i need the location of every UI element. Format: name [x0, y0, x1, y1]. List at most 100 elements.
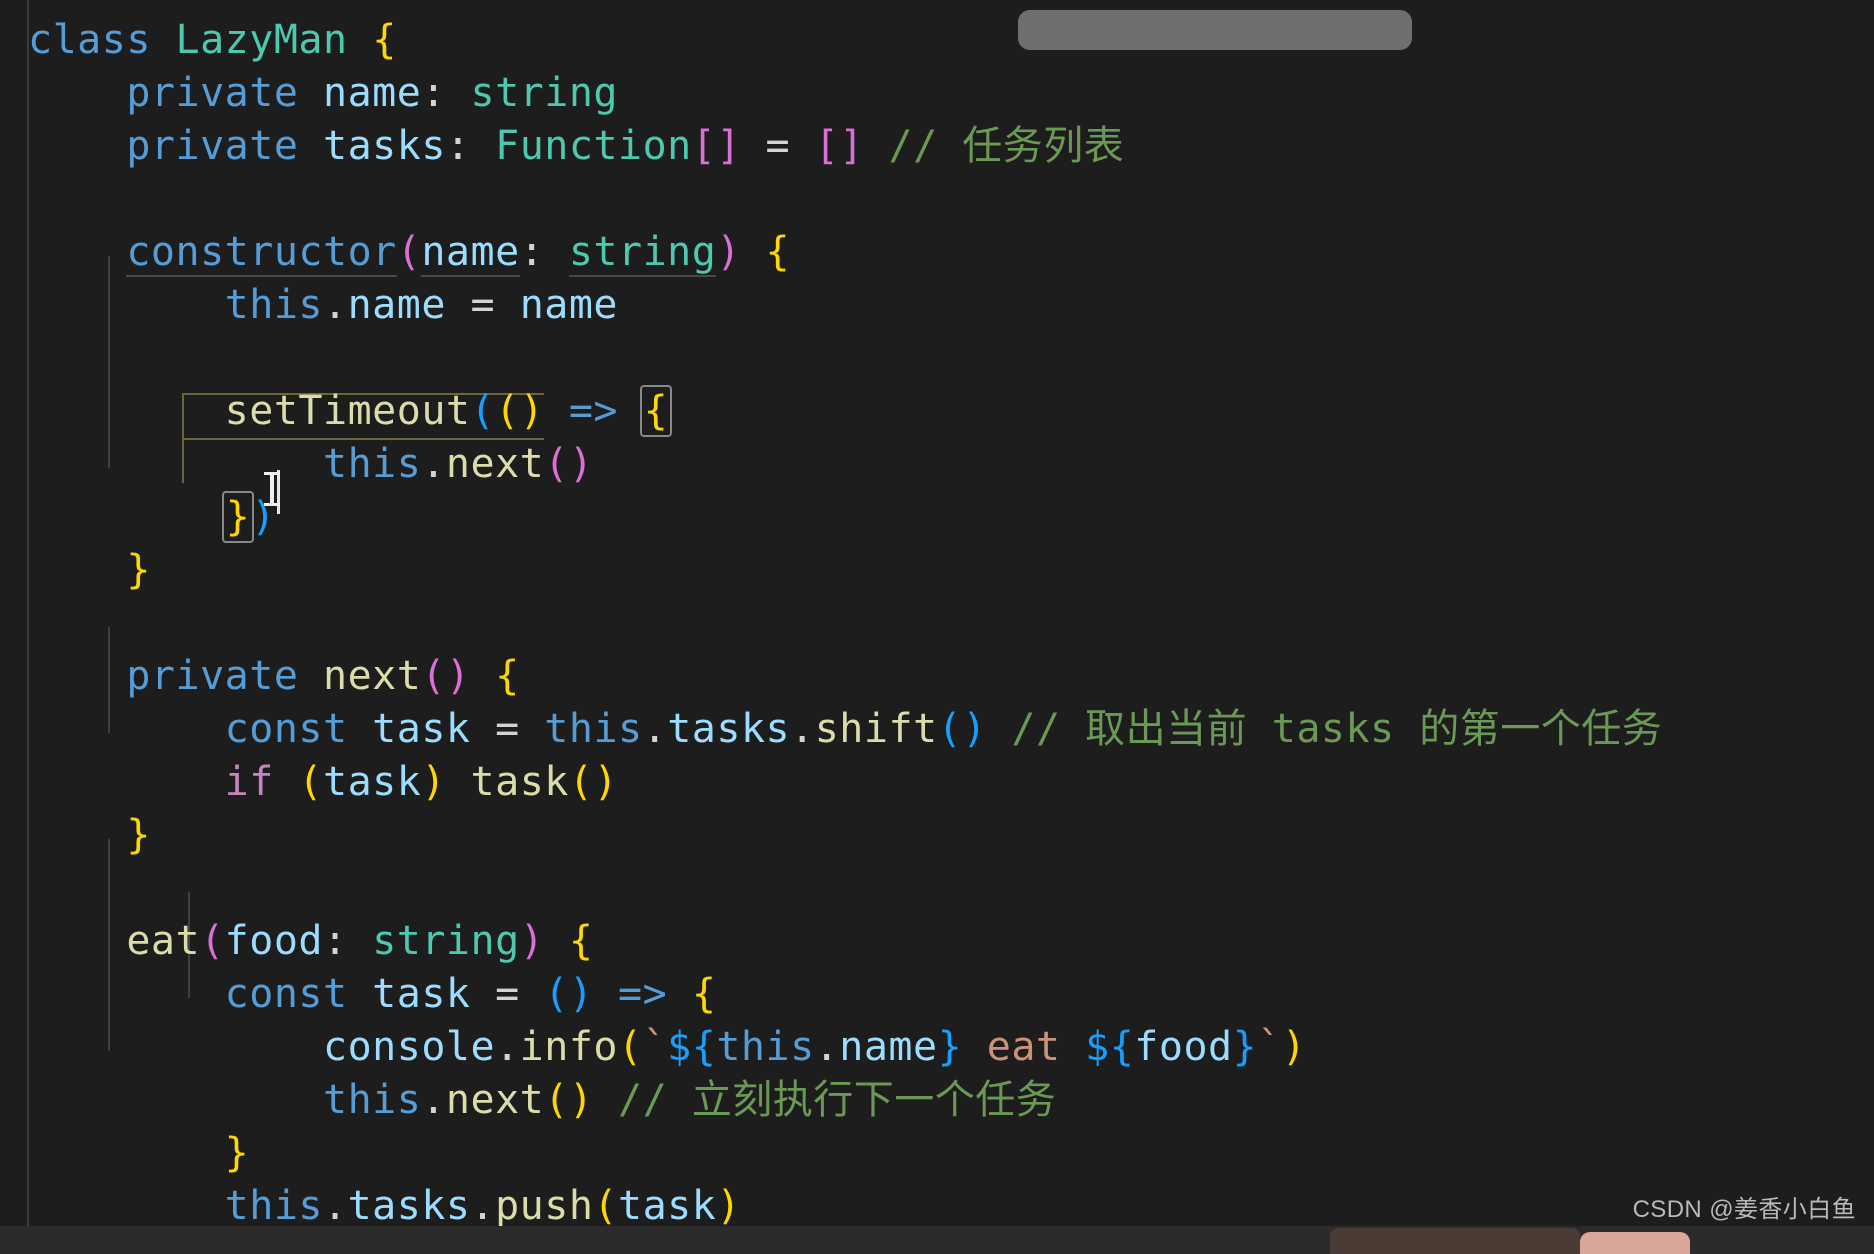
code-line[interactable]: const task = () => {: [28, 968, 1874, 1021]
token-keyword: class: [28, 17, 151, 63]
token-parameter: name: [421, 229, 520, 277]
token-function: setTimeout: [224, 388, 471, 434]
token-function: eat: [126, 918, 201, 964]
token-paren: ): [716, 229, 741, 275]
token-identifier: name: [323, 70, 422, 116]
code-line[interactable]: this.next() // 立刻执行下一个任务: [28, 1074, 1874, 1127]
token-this: this: [322, 1077, 422, 1123]
code-line[interactable]: console.info(`${this.name} eat ${food}`): [28, 1021, 1874, 1074]
token-paren: (): [568, 759, 619, 805]
token-function: constructor: [126, 229, 397, 277]
token-keyword: if: [224, 759, 274, 805]
token-brace: {: [568, 918, 594, 964]
redacted-overlay-bar: [1018, 10, 1412, 50]
token-identifier: task: [323, 759, 422, 805]
token-brace: {: [691, 971, 717, 1017]
code-editor[interactable]: class LazyMan { private name: string pri…: [0, 0, 1874, 1254]
token-brace: }: [224, 1130, 250, 1176]
token-paren: ): [519, 918, 545, 964]
token-arrow: =>: [568, 388, 619, 434]
bottom-overlay-strip: [0, 1226, 1874, 1254]
token-interp: }: [937, 1024, 963, 1070]
token-method: shift: [814, 706, 938, 752]
token-this: this: [544, 706, 643, 752]
token-identifier: name: [519, 282, 619, 328]
bottom-overlay-blob-right: [1580, 1232, 1690, 1254]
token-property: tasks: [667, 706, 791, 752]
bracket-match-open: {: [639, 385, 673, 437]
token-this: this: [224, 282, 323, 328]
token-type: string: [470, 70, 619, 116]
token-paren: (): [937, 706, 987, 752]
token-brace: {: [495, 653, 520, 699]
code-line[interactable]: setTimeout(() => {: [28, 385, 1874, 438]
token-paren: (: [470, 388, 496, 434]
token-type: Function: [495, 123, 692, 169]
token-brace: {: [765, 229, 791, 275]
token-paren: (): [421, 653, 471, 699]
token-paren: (: [593, 1183, 619, 1229]
token-property: name: [839, 1024, 938, 1070]
token-comment: // 立刻执行下一个任务: [618, 1077, 1057, 1123]
code-line-blank[interactable]: [28, 332, 1874, 385]
token-property: name: [347, 282, 446, 328]
token-type: string: [372, 918, 520, 964]
csdn-watermark: CSDN @姜香小白鱼: [1632, 1196, 1856, 1223]
token-this: this: [224, 1183, 323, 1229]
bracket-match-close: }: [221, 491, 255, 543]
token-bracket: []: [691, 123, 741, 169]
token-keyword: const: [224, 706, 348, 752]
token-brace: }: [126, 547, 151, 593]
token-comment: // 任务列表: [888, 123, 1125, 169]
code-line[interactable]: constructor(name: string) {: [28, 226, 1874, 279]
code-line[interactable]: class LazyMan {: [28, 14, 1874, 67]
token-type: LazyMan: [175, 17, 348, 63]
token-interp: }: [1232, 1024, 1258, 1070]
token-backtick: `: [1257, 1024, 1282, 1070]
token-comment: // 取出当前 tasks 的第一个任务: [1011, 706, 1663, 752]
token-paren: ): [1281, 1024, 1307, 1070]
token-identifier: task: [372, 706, 471, 752]
token-parameter: food: [224, 918, 323, 964]
code-line-blank[interactable]: [28, 862, 1874, 915]
code-content[interactable]: class LazyMan { private name: string pri…: [0, 14, 1874, 1233]
token-paren: ): [421, 759, 446, 805]
token-paren: (): [544, 441, 594, 487]
token-function: task: [470, 759, 569, 805]
token-bracket: []: [814, 123, 864, 169]
token-property: tasks: [347, 1183, 471, 1229]
code-line[interactable]: }): [28, 491, 1874, 544]
token-paren: (: [617, 1024, 643, 1070]
code-line-blank[interactable]: [28, 173, 1874, 226]
token-paren: ): [716, 1183, 741, 1229]
token-keyword: const: [224, 971, 348, 1017]
mouse-ibeam-cursor: [264, 472, 280, 506]
code-line[interactable]: eat(food: string) {: [28, 915, 1874, 968]
code-line[interactable]: if (task) task(): [28, 756, 1874, 809]
token-identifier: task: [372, 971, 471, 1017]
token-method: info: [519, 1024, 618, 1070]
code-line[interactable]: private next() {: [28, 650, 1874, 703]
code-line[interactable]: }: [28, 809, 1874, 862]
token-backtick: `: [642, 1024, 668, 1070]
token-identifier: tasks: [323, 123, 446, 169]
code-line[interactable]: this.next(): [28, 438, 1874, 491]
token-interp: ${: [667, 1024, 717, 1070]
token-method: next: [445, 441, 545, 487]
token-paren: (): [544, 971, 594, 1017]
token-paren: (): [544, 1077, 594, 1123]
token-keyword: private: [126, 653, 299, 699]
code-line[interactable]: private name: string: [28, 67, 1874, 120]
code-line[interactable]: const task = this.tasks.shift() // 取出当前 …: [28, 703, 1874, 756]
token-type: string: [568, 229, 717, 277]
code-line[interactable]: private tasks: Function[] = [] // 任务列表: [28, 120, 1874, 173]
code-line-blank[interactable]: [28, 597, 1874, 650]
token-string: eat: [962, 1024, 1086, 1070]
token-paren: (: [200, 918, 225, 964]
code-line[interactable]: this.name = name: [28, 279, 1874, 332]
code-line[interactable]: }: [28, 1127, 1874, 1180]
code-line[interactable]: }: [28, 544, 1874, 597]
text-caret: [277, 470, 280, 514]
token-keyword: private: [126, 123, 299, 169]
token-brace: }: [126, 812, 151, 858]
